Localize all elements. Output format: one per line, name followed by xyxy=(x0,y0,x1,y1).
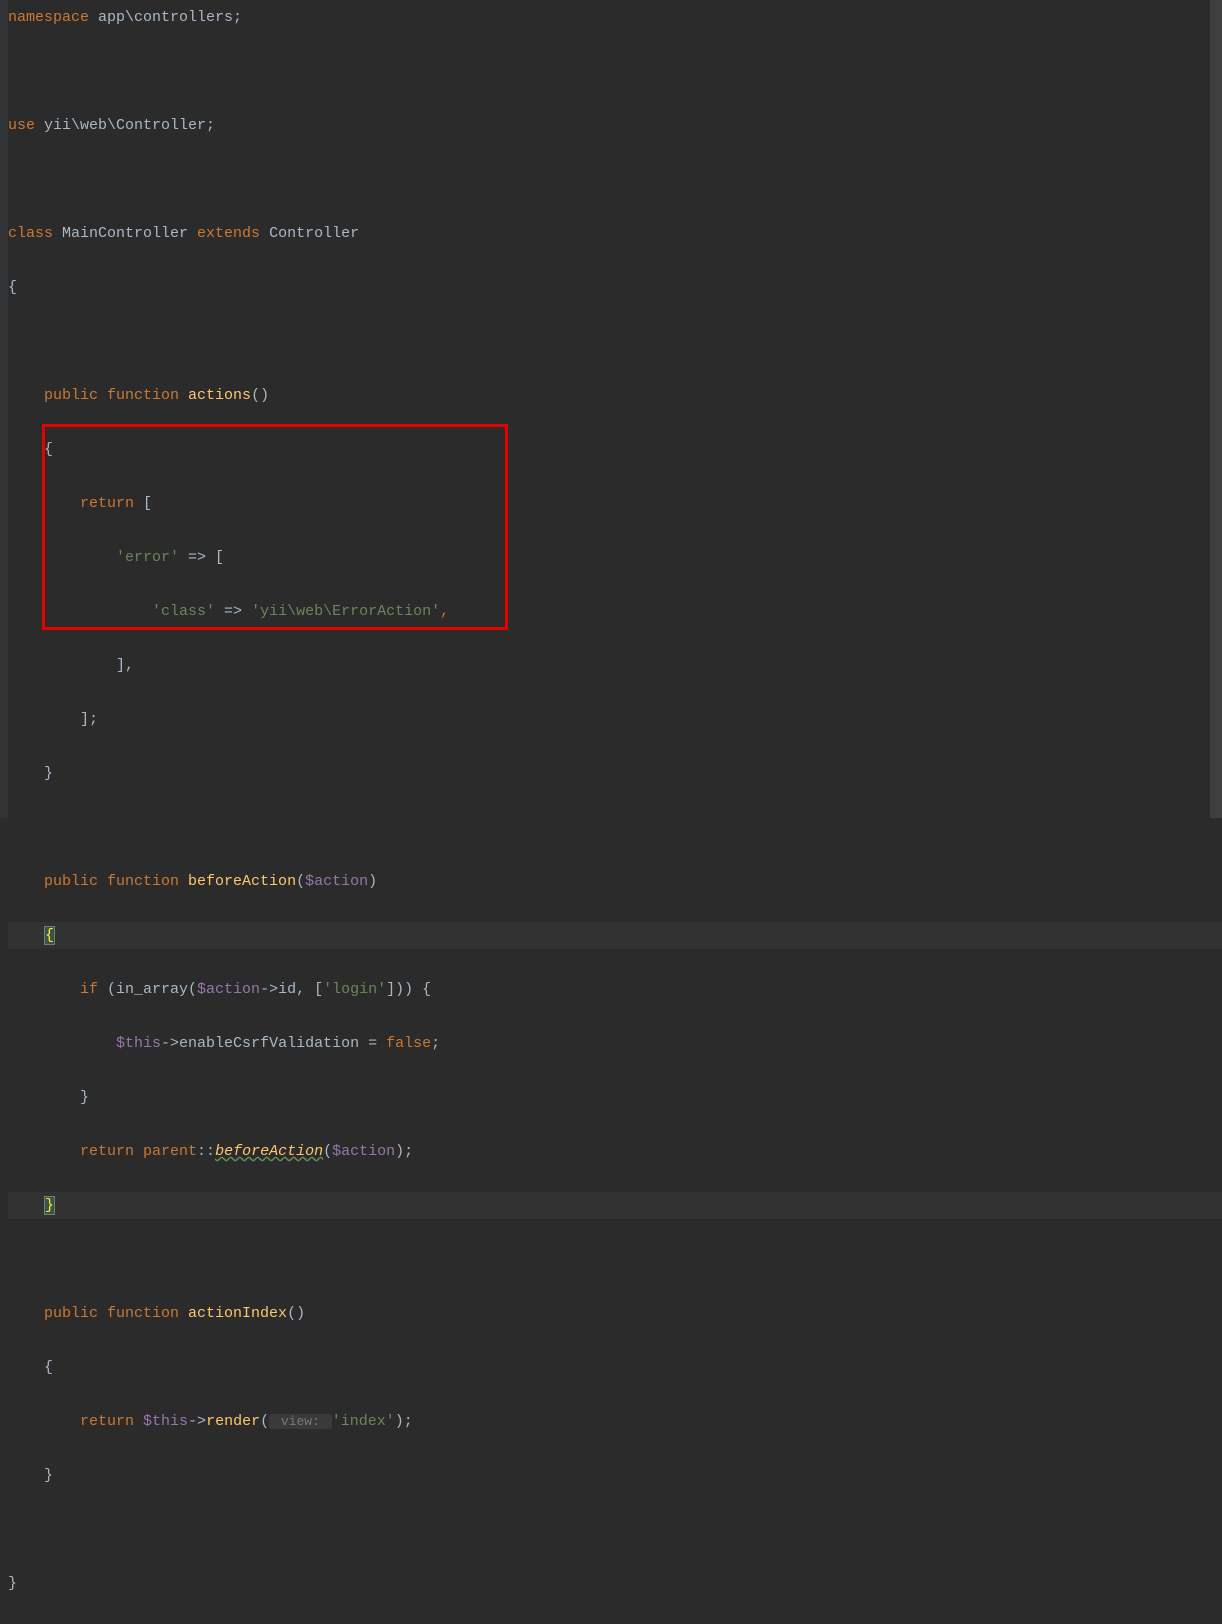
keyword: parent xyxy=(143,1143,197,1160)
parameter-hint: view: xyxy=(269,1414,332,1429)
punct: ]; xyxy=(80,711,98,728)
function-name: actionIndex xyxy=(188,1305,287,1322)
indent xyxy=(8,1035,116,1052)
punct: () xyxy=(287,1305,305,1322)
punct: ( xyxy=(296,873,305,890)
punct: ])) { xyxy=(386,981,431,998)
keyword: public xyxy=(44,387,107,404)
parent-class: Controller xyxy=(269,225,359,242)
punct: -> xyxy=(188,1413,206,1430)
punct: ); xyxy=(395,1143,413,1160)
indent xyxy=(8,711,80,728)
punct: :: xyxy=(197,1143,215,1160)
indent xyxy=(8,1305,44,1322)
keyword: function xyxy=(107,1305,188,1322)
vertical-scrollbar[interactable] xyxy=(1210,0,1222,818)
variable: $action xyxy=(305,873,368,890)
punct: ( xyxy=(323,1143,332,1160)
keyword: return xyxy=(80,1413,143,1430)
brace: { xyxy=(8,279,17,296)
indent xyxy=(8,765,44,782)
use-path: yii\web\Controller xyxy=(44,117,206,134)
string: 'class' xyxy=(152,603,215,620)
string: 'login' xyxy=(323,981,386,998)
code-editor: namespace app\controllers; use yii\web\C… xyxy=(0,0,1222,818)
indent xyxy=(8,873,44,890)
punct: , xyxy=(440,603,449,620)
string: 'index' xyxy=(332,1413,395,1430)
indent xyxy=(8,657,116,674)
indent xyxy=(8,981,80,998)
indent xyxy=(8,441,44,458)
keyword: return xyxy=(80,495,143,512)
punct: [ xyxy=(143,495,152,512)
indent xyxy=(8,1467,44,1484)
code-area[interactable]: namespace app\controllers; use yii\web\C… xyxy=(8,0,1222,818)
function-name: render xyxy=(206,1413,260,1430)
keyword: public xyxy=(44,1305,107,1322)
indent xyxy=(8,549,116,566)
punct: ->enableCsrfValidation = xyxy=(161,1035,386,1052)
variable: $this xyxy=(116,1035,161,1052)
indent xyxy=(8,927,44,944)
brace: { xyxy=(44,441,53,458)
brace: } xyxy=(80,1089,89,1106)
brace: } xyxy=(44,765,53,782)
indent xyxy=(8,1143,80,1160)
namespace-path: app\controllers xyxy=(98,9,233,26)
indent xyxy=(8,1197,44,1214)
variable: $action xyxy=(197,981,260,998)
brace-highlighted: } xyxy=(44,1196,55,1215)
keyword: extends xyxy=(197,225,269,242)
class-name: MainController xyxy=(62,225,197,242)
punct: ; xyxy=(233,9,242,26)
indent xyxy=(8,1089,80,1106)
function-name: beforeAction xyxy=(215,1143,323,1160)
keyword: class xyxy=(8,225,62,242)
brace: } xyxy=(8,1575,17,1592)
punct: ) xyxy=(368,873,377,890)
string: 'yii\web\ErrorAction' xyxy=(251,603,440,620)
punct: ; xyxy=(431,1035,440,1052)
keyword: function xyxy=(107,873,188,890)
string: 'error' xyxy=(116,549,179,566)
keyword: if xyxy=(80,981,107,998)
variable: $action xyxy=(332,1143,395,1160)
keyword: public xyxy=(44,873,107,890)
punct: () xyxy=(251,387,269,404)
keyword: return xyxy=(80,1143,143,1160)
punct: => xyxy=(215,603,251,620)
indent xyxy=(8,495,80,512)
punct: ->id, [ xyxy=(260,981,323,998)
brace: } xyxy=(44,1467,53,1484)
indent xyxy=(8,1359,44,1376)
punct: ( xyxy=(260,1413,269,1430)
keyword: use xyxy=(8,117,44,134)
keyword: false xyxy=(386,1035,431,1052)
punct: ); xyxy=(395,1413,413,1430)
keyword: function xyxy=(107,387,188,404)
variable: $this xyxy=(143,1413,188,1430)
indent xyxy=(8,387,44,404)
punct: ], xyxy=(116,657,134,674)
function-name: actions xyxy=(188,387,251,404)
punct: => [ xyxy=(179,549,224,566)
indent xyxy=(8,603,152,620)
brace-highlighted: { xyxy=(44,926,55,945)
code-content[interactable]: namespace app\controllers; use yii\web\C… xyxy=(8,4,1222,1624)
punct: (in_array( xyxy=(107,981,197,998)
punct: ; xyxy=(206,117,215,134)
function-name: beforeAction xyxy=(188,873,296,890)
keyword: namespace xyxy=(8,9,98,26)
editor-gutter xyxy=(0,0,8,818)
brace: { xyxy=(44,1359,53,1376)
indent xyxy=(8,1413,80,1430)
